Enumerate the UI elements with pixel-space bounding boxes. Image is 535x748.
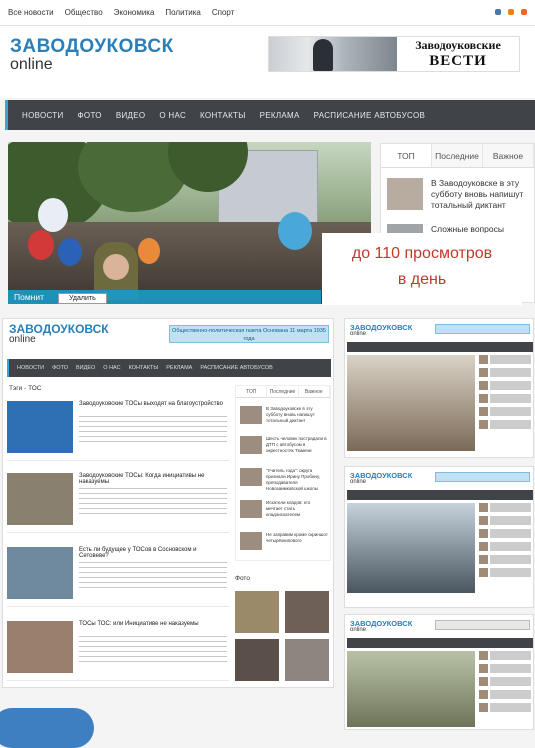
banner-photo <box>269 37 397 71</box>
link-economy[interactable]: Экономика <box>114 8 155 17</box>
logo-subtitle: online <box>350 479 367 485</box>
article-row: Есть ли будущее у ТОСов в Сосновском и С… <box>7 545 229 607</box>
header-banner[interactable]: Заводоуковские ВЕСТИ <box>268 36 520 72</box>
link-sport[interactable]: Спорт <box>212 8 235 17</box>
nav-bus-schedule[interactable]: РАСПИСАНИЕ АВТОБУСОВ <box>314 111 425 120</box>
mini-sidebar: ТОП Последние Важное В Заводоуковске в э… <box>235 385 331 561</box>
tab-important[interactable]: Важное <box>483 144 534 167</box>
link-politics[interactable]: Политика <box>165 8 200 17</box>
screenshot-interview: ЗАВОДОУКОВСК online <box>344 318 534 458</box>
article-photo <box>347 651 475 727</box>
views-overlay-text: до 110 просмотров в день <box>322 233 522 305</box>
vk-icon[interactable] <box>495 9 501 15</box>
tab-latest[interactable]: Последние <box>432 144 483 167</box>
article-row: Заводоуковские ТОСы выходят на благоустр… <box>7 399 229 461</box>
list-item: В Заводоуковске в эту субботу вновь напи… <box>240 406 328 424</box>
ok-icon[interactable] <box>508 9 514 15</box>
tab-top: ТОП <box>236 386 268 397</box>
nav-item: РЕКЛАМА <box>166 365 193 371</box>
screenshot-children: ЗАВОДОУКОВСК online <box>344 614 534 730</box>
decorative-shape <box>0 708 94 748</box>
banner-title-line2: ВЕСТИ <box>429 53 487 69</box>
nav-video[interactable]: ВИДЕО <box>116 111 146 120</box>
context-menu-delete[interactable]: Удалить <box>58 293 107 304</box>
tab-top[interactable]: ТОП <box>381 144 432 167</box>
views-line1: до 110 просмотров <box>351 245 493 262</box>
article-row: ТОСы ТОС: или Инициативе не наказуемы <box>7 619 229 681</box>
list-item: Искатели кладов: кто мечтает стать кладо… <box>240 500 328 518</box>
item-title: Не заправим кроме скриншот четырёхкипово… <box>266 532 328 543</box>
list-item: Не заправим кроме скриншот четырёхкипово… <box>240 532 328 550</box>
section-title: Тэги - ТОС <box>9 385 42 392</box>
link-all-news[interactable]: Все новости <box>8 8 54 17</box>
photo-thumb <box>285 639 329 681</box>
item-title: В Заводоуковске в эту субботу вновь напи… <box>266 406 315 423</box>
views-line2: в день <box>397 271 447 288</box>
nav-item: О НАС <box>103 365 121 371</box>
article-photo <box>347 355 475 451</box>
rss-icon[interactable] <box>521 9 527 15</box>
logo-subtitle: online <box>350 331 367 337</box>
sidebar-news-item[interactable]: В Заводоуковске в эту субботу вновь напи… <box>387 178 527 211</box>
article-title: ТОСы ТОС: или Инициативе не наказуемы <box>79 621 199 627</box>
link-society[interactable]: Общество <box>65 8 103 17</box>
photo-thumb <box>235 591 279 633</box>
nav-item: РАСПИСАНИЕ АВТОБУСОВ <box>200 365 273 371</box>
article-image <box>7 547 73 599</box>
nav-item: КОНТАКТЫ <box>128 365 159 371</box>
site-logo-title[interactable]: ЗАВОДОУКОВСК <box>10 36 174 58</box>
item-title: Шесть человек пострадали в ДТП с автобус… <box>266 436 327 453</box>
article-row: Заводоуковские ТОСы: Когда инициативы не… <box>7 471 229 533</box>
photo-thumb <box>285 591 329 633</box>
article-title: Есть ли будущее у ТОСов в Сосновском и С… <box>79 547 197 559</box>
tab-latest: Последние <box>267 386 299 397</box>
item-title: "Учитель года": округа признали Ирину Пр… <box>266 468 320 491</box>
list-item: "Учитель года": округа признали Ирину Пр… <box>240 468 328 492</box>
article-title: Заводоуковские ТОСы выходят на благоустр… <box>79 401 223 407</box>
photo-section-title: Фото <box>235 575 250 582</box>
list-item: Шесть человек пострадали в ДТП с автобус… <box>240 436 328 454</box>
nav-item: ФОТО <box>52 365 68 371</box>
top-links-bar: Все новости Общество Экономика Политика … <box>0 0 535 26</box>
nav-item: НОВОСТИ <box>17 365 45 371</box>
nav-contacts[interactable]: КОНТАКТЫ <box>200 111 246 120</box>
screenshot-officials: ЗАВОДОУКОВСК online <box>344 466 534 608</box>
nav-photo[interactable]: ФОТО <box>78 111 102 120</box>
news-thumbnail <box>387 178 423 210</box>
banner-title-line1: Заводоуковские <box>415 38 501 52</box>
news-title: В Заводоуковске в эту субботу вновь напи… <box>431 178 524 210</box>
hero-image[interactable] <box>8 142 371 304</box>
tos-logo-image <box>7 401 73 453</box>
site-logo-subtitle: online <box>10 56 53 73</box>
site-header: ЗАВОДОУКОВСК online Заводоуковские ВЕСТИ <box>0 26 535 98</box>
logo-subtitle: online <box>350 627 367 633</box>
article-image <box>7 621 73 673</box>
main-nav: НОВОСТИ ФОТО ВИДЕО О НАС КОНТАКТЫ РЕКЛАМ… <box>5 100 535 130</box>
nav-item: ВИДЕО <box>75 365 96 371</box>
article-title: Заводоуковские ТОСы: Когда инициативы не… <box>79 473 205 485</box>
screenshot-tags-page: ЗАВОДОУКОВСК online Общественно-политиче… <box>2 318 334 688</box>
tab-important: Важное <box>299 386 330 397</box>
article-photo <box>347 503 475 593</box>
photo-thumb <box>235 639 279 681</box>
nav-ads[interactable]: РЕКЛАМА <box>260 111 300 120</box>
hero-caption[interactable]: Помнит <box>8 290 321 304</box>
social-links <box>495 9 527 15</box>
nav-about[interactable]: О НАС <box>159 111 186 120</box>
logo-subtitle: online <box>9 334 36 345</box>
item-title: Искатели кладов: кто мечтает стать кладо… <box>266 500 311 517</box>
mini-nav: НОВОСТИ ФОТО ВИДЕО О НАС КОНТАКТЫ РЕКЛАМ… <box>7 359 331 377</box>
nav-news[interactable]: НОВОСТИ <box>22 111 64 120</box>
article-image <box>7 473 73 525</box>
newspaper-banner: Общественно-политическая газета Основана… <box>169 325 329 343</box>
